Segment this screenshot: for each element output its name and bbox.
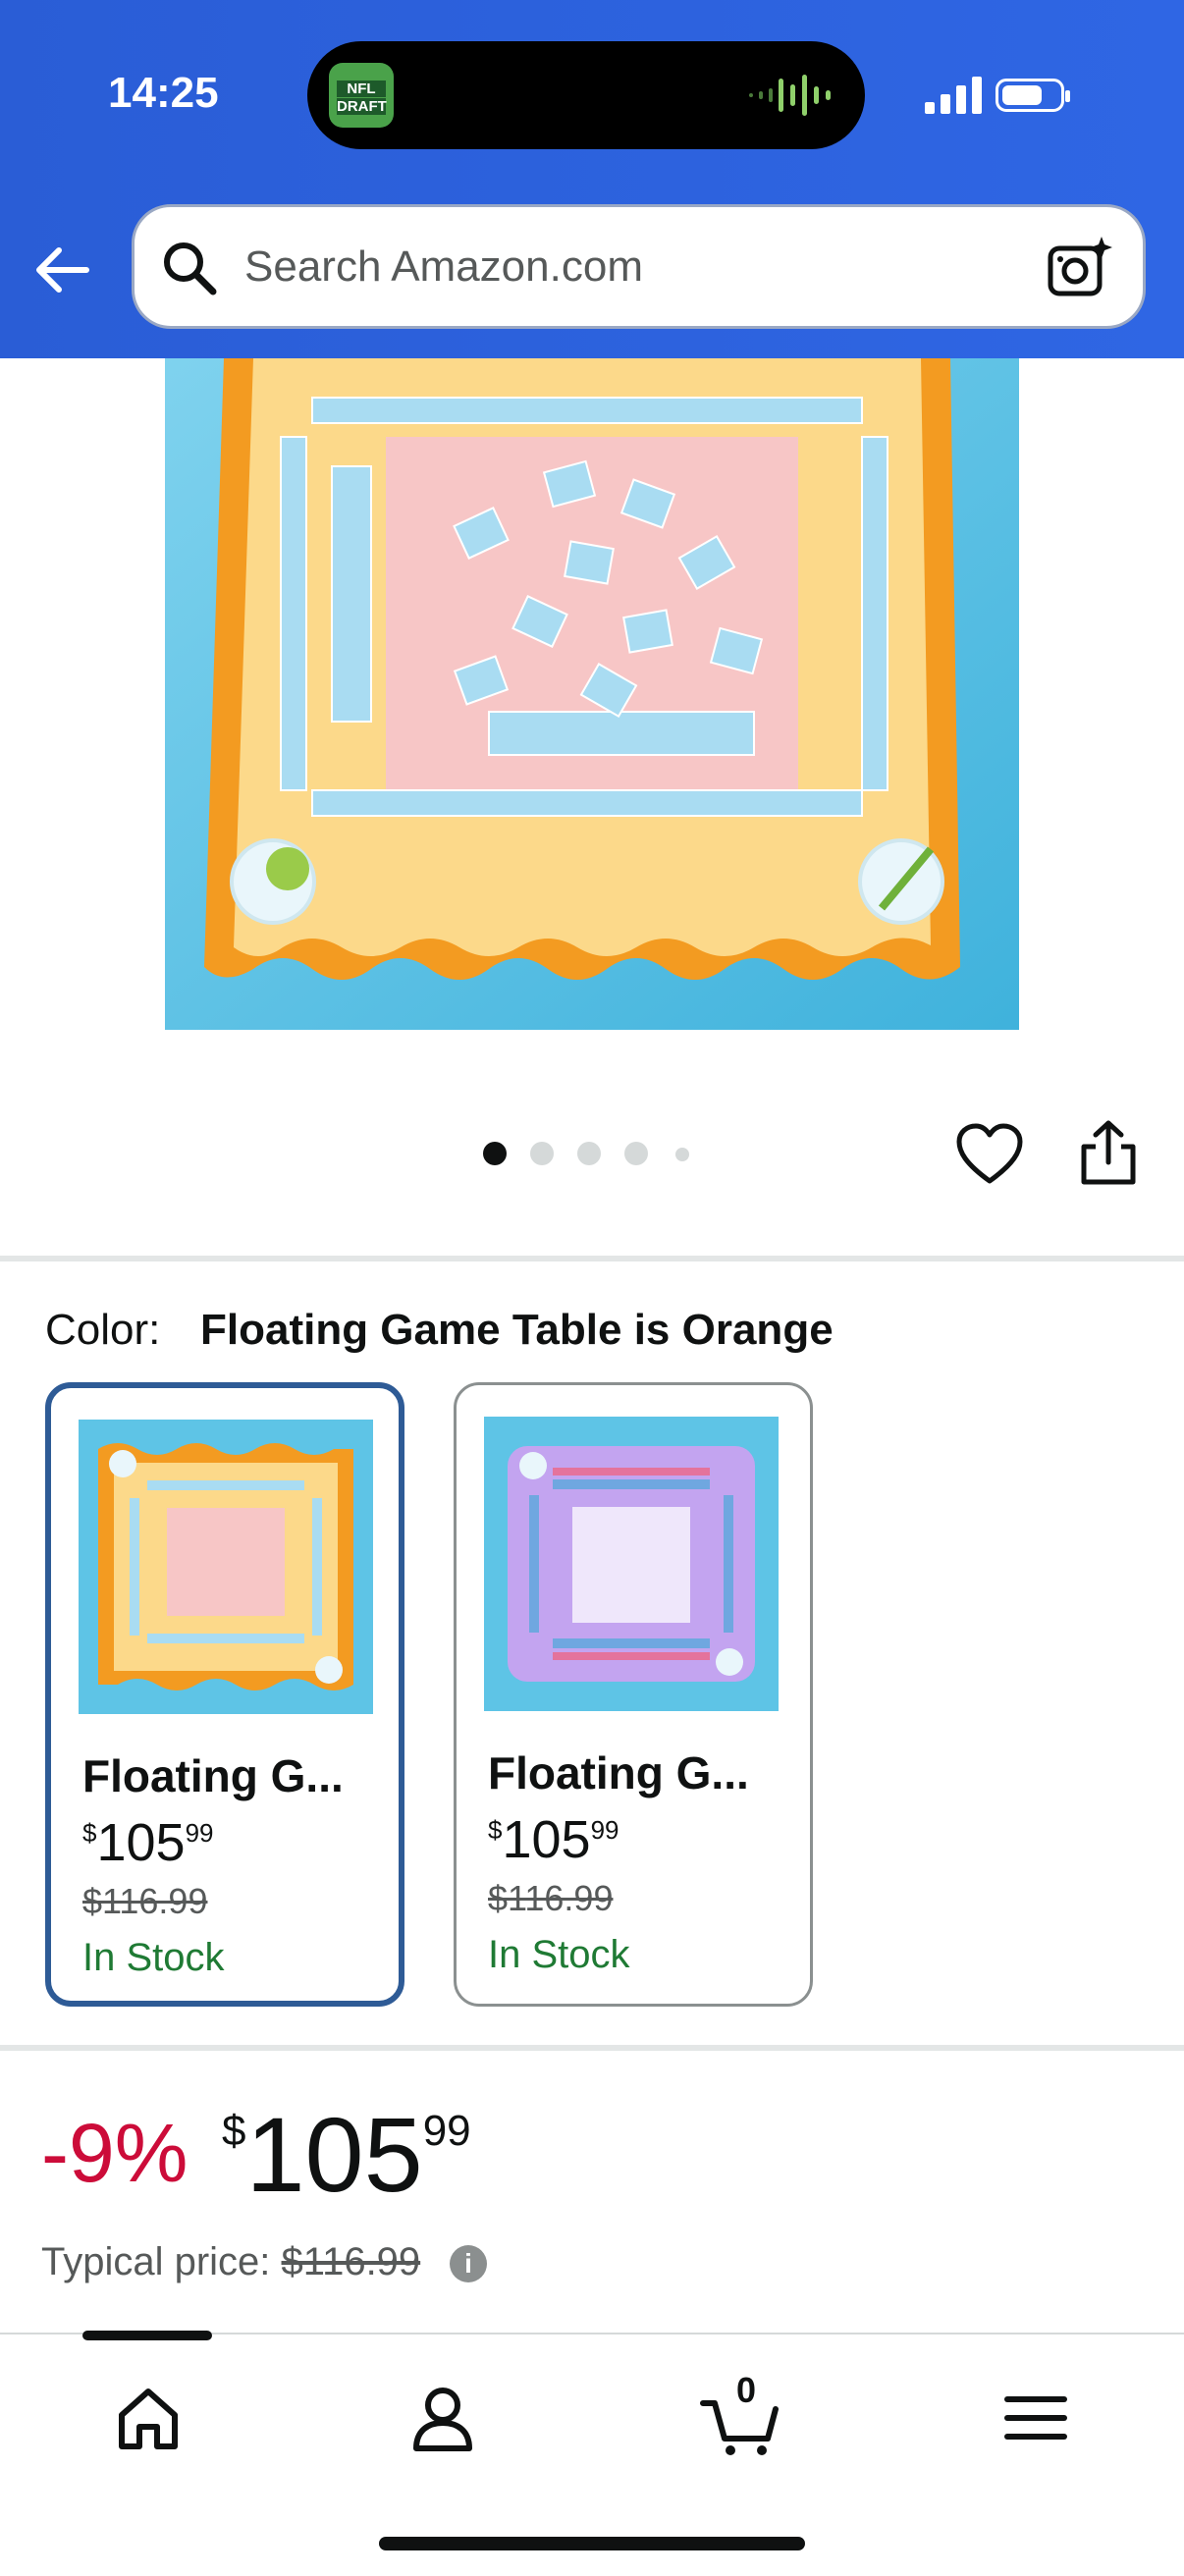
cart-count: 0 — [735, 2370, 757, 2410]
variant-price: $10599 — [488, 1810, 619, 1869]
selected-color-value: Floating Game Table is Orange — [200, 1306, 834, 1354]
variant-list-price: $116.99 — [488, 1878, 614, 1918]
battery-icon — [996, 79, 1070, 112]
variant-name: Floating G... — [488, 1747, 749, 1798]
pagination-dot[interactable] — [577, 1142, 601, 1165]
variant-thumbnail — [79, 1420, 373, 1714]
audio-wave-icon — [749, 75, 831, 116]
color-option-orange[interactable]: Floating G... $10599 $116.99 In Stock — [45, 1382, 404, 2007]
variant-availability: In Stock — [82, 1936, 225, 1979]
active-tab-indicator — [82, 2331, 212, 2340]
color-label: Color: — [45, 1306, 161, 1354]
nfl-draft-app-icon: NFL DRAFT — [329, 63, 394, 128]
color-option-purple[interactable]: Floating G... $10599 $116.99 In Stock — [454, 1382, 813, 2007]
section-divider — [0, 1256, 1184, 1261]
pagination-dot[interactable] — [483, 1142, 507, 1165]
menu-icon[interactable] — [992, 2374, 1080, 2462]
pagination-dot[interactable] — [624, 1142, 648, 1165]
variant-price: $10599 — [82, 1813, 214, 1872]
account-icon[interactable] — [399, 2374, 487, 2462]
heart-icon[interactable] — [955, 1122, 1024, 1187]
search-icon — [164, 242, 217, 295]
search-bar[interactable]: Search Amazon.com — [132, 204, 1146, 329]
info-icon[interactable]: i — [450, 2245, 487, 2282]
image-pagination[interactable] — [483, 1142, 709, 1167]
cellular-signal-icon — [925, 77, 982, 114]
pagination-dot[interactable] — [530, 1142, 554, 1165]
cart-tab[interactable]: 0 — [699, 2370, 787, 2462]
status-time: 14:25 — [108, 69, 219, 117]
discount-percent: -9% — [41, 2107, 188, 2199]
share-icon[interactable] — [1076, 1119, 1141, 1188]
variant-list-price: $116.99 — [82, 1881, 208, 1921]
header: 14:25 NFL DRAFT Search Amazon.com — [0, 0, 1184, 358]
product-image[interactable] — [165, 358, 1019, 1030]
home-indicator[interactable] — [379, 2537, 805, 2550]
variant-availability: In Stock — [488, 1933, 630, 1976]
dynamic-island: NFL DRAFT — [307, 41, 865, 149]
section-divider — [0, 2045, 1184, 2051]
back-arrow-icon[interactable] — [33, 241, 92, 299]
pagination-dot[interactable] — [675, 1148, 689, 1161]
variant-name: Floating G... — [82, 1750, 344, 1801]
home-icon[interactable] — [104, 2374, 192, 2462]
camera-icon[interactable] — [1045, 235, 1113, 303]
search-input[interactable]: Search Amazon.com — [244, 242, 643, 292]
variant-thumbnail — [484, 1417, 779, 1711]
price: $10599 — [222, 2095, 471, 2214]
typical-price: Typical price: $116.99 — [41, 2240, 421, 2283]
